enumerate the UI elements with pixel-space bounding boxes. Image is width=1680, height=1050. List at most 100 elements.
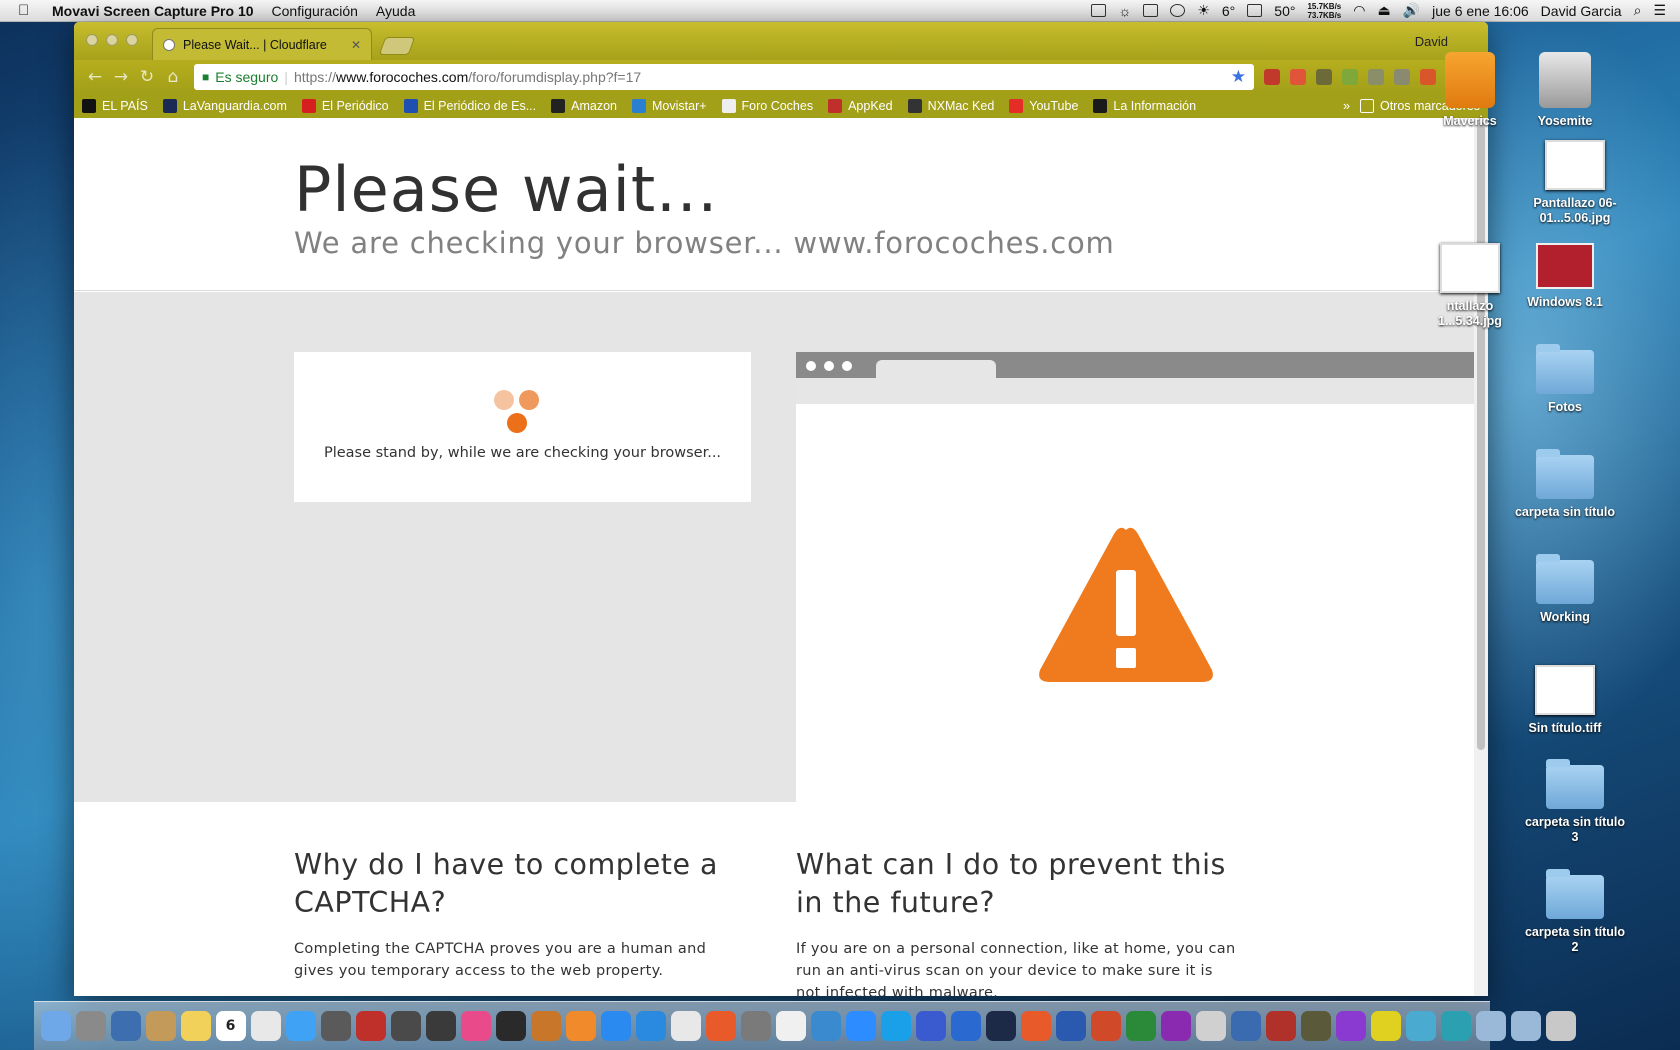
menu-configuracion[interactable]: Configuración: [272, 3, 358, 19]
game-icon[interactable]: [1265, 1011, 1296, 1041]
network-speed[interactable]: 15.7KB/s 73.7KB/s: [1307, 2, 1341, 20]
scrollbar-thumb[interactable]: [1477, 122, 1485, 750]
do-not-disturb-icon[interactable]: [1170, 4, 1186, 17]
movie-app-icon[interactable]: [1300, 1011, 1331, 1041]
bookmark-item[interactable]: NXMac Ked: [907, 99, 994, 113]
bookmark-item[interactable]: AppKed: [828, 99, 893, 113]
browser-tab-active[interactable]: Please Wait... | Cloudflare ✕: [152, 28, 372, 60]
launchpad-icon[interactable]: [75, 1011, 106, 1041]
desktop-icon[interactable]: carpeta sin título 2: [1520, 869, 1630, 955]
word-icon[interactable]: [1055, 1011, 1086, 1041]
chrome-icon[interactable]: [670, 1011, 701, 1041]
chevron-right-icon[interactable]: »: [1343, 99, 1350, 113]
skype-icon[interactable]: [880, 1011, 911, 1041]
finder-icon[interactable]: [40, 1011, 71, 1041]
bookmark-item[interactable]: EL PAÍS: [82, 99, 148, 113]
excel-icon[interactable]: [1125, 1011, 1156, 1041]
movavi-icon[interactable]: [1440, 1011, 1471, 1041]
bookmark-item[interactable]: LaVanguardia.com: [162, 99, 287, 113]
documents-icon[interactable]: [1510, 1011, 1541, 1041]
system-preferences-icon[interactable]: [740, 1011, 771, 1041]
clock[interactable]: jue 6 ene 16:06: [1432, 3, 1529, 19]
spotlight-icon[interactable]: ⌕: [1634, 2, 1642, 19]
messages-icon[interactable]: [285, 1011, 316, 1041]
desktop-icon[interactable]: carpeta sin título 3: [1520, 759, 1630, 845]
weather-icon[interactable]: ☀: [1197, 2, 1210, 19]
eject-icon[interactable]: ⏏: [1377, 2, 1390, 19]
close-window-button[interactable]: [86, 34, 98, 46]
powerpoint-icon[interactable]: [1090, 1011, 1121, 1041]
tab-close-icon[interactable]: ✕: [351, 38, 361, 52]
vpn-icon[interactable]: [915, 1011, 946, 1041]
final-cut-icon[interactable]: [425, 1011, 456, 1041]
facetime-icon[interactable]: [320, 1011, 351, 1041]
extension-icon[interactable]: [1316, 69, 1332, 85]
photo-booth-icon[interactable]: [355, 1011, 386, 1041]
affinity-icon[interactable]: [1160, 1011, 1191, 1041]
downloads-icon[interactable]: [1475, 1011, 1506, 1041]
safari-icon[interactable]: [635, 1011, 666, 1041]
brightness-icon[interactable]: ☼: [1118, 3, 1131, 19]
bookmark-item[interactable]: Foro Coches: [721, 99, 813, 113]
extension-icon[interactable]: [1394, 69, 1410, 85]
extension-icon[interactable]: [1342, 69, 1358, 85]
bookmark-item[interactable]: El Periódico de Es...: [403, 99, 536, 113]
desktop-icon[interactable]: carpeta sin título: [1510, 449, 1620, 520]
app-store-icon[interactable]: [600, 1011, 631, 1041]
monitor-icon[interactable]: [1247, 4, 1263, 17]
desktop-icon[interactable]: Fotos: [1510, 344, 1620, 415]
zoom-icon[interactable]: [845, 1011, 876, 1041]
zoom-window-button[interactable]: [126, 34, 138, 46]
forward-arrow-icon[interactable]: →: [108, 67, 134, 87]
x-app-icon[interactable]: [950, 1011, 981, 1041]
minimize-window-button[interactable]: [106, 34, 118, 46]
garageband-icon[interactable]: [530, 1011, 561, 1041]
firefox-icon[interactable]: [705, 1011, 736, 1041]
cpu-temperature[interactable]: 50°: [1274, 3, 1295, 19]
bookmark-item[interactable]: El Periódico: [301, 99, 389, 113]
calendar-icon[interactable]: 6: [215, 1011, 246, 1041]
home-icon[interactable]: ⌂: [160, 67, 186, 87]
display-icon[interactable]: [1143, 4, 1159, 17]
desktop-icon[interactable]: Pantallazo 06-01...5.06.jpg: [1520, 140, 1630, 226]
back-arrow-icon[interactable]: ←: [82, 67, 108, 87]
extension-icon[interactable]: [1368, 69, 1384, 85]
desktop-icon[interactable]: Maverics: [1415, 52, 1525, 129]
mail-icon[interactable]: [1405, 1011, 1436, 1041]
photoshop-icon[interactable]: [985, 1011, 1016, 1041]
affinity-photo-icon[interactable]: [1335, 1011, 1366, 1041]
desktop-icon[interactable]: Sin título.tiff: [1510, 665, 1620, 736]
imovie-icon[interactable]: [495, 1011, 526, 1041]
chrome-2-icon[interactable]: [1370, 1011, 1401, 1041]
bookmark-star-icon[interactable]: ★: [1231, 67, 1246, 87]
desktop-icon[interactable]: Working: [1510, 554, 1620, 625]
textedit-icon[interactable]: [775, 1011, 806, 1041]
status-menu-icon[interactable]: [1091, 4, 1107, 17]
menu-ayuda[interactable]: Ayuda: [376, 3, 415, 19]
bookmark-item[interactable]: Amazon: [551, 99, 617, 113]
desktop-icon[interactable]: Yosemite: [1510, 52, 1620, 129]
new-tab-button[interactable]: [378, 37, 416, 55]
windows-icon[interactable]: [1020, 1011, 1051, 1041]
bookmark-item[interactable]: La Información: [1093, 99, 1196, 113]
desktop-icon[interactable]: Windows 8.1: [1510, 243, 1620, 310]
scanner-icon[interactable]: [1230, 1011, 1261, 1041]
address-bar[interactable]: ■ Es seguro | https://www.forocoches.com…: [194, 64, 1254, 90]
ibooks-icon[interactable]: [565, 1011, 596, 1041]
profile-button[interactable]: David: [1415, 34, 1448, 49]
desktop-icon[interactable]: ntallazo 1...5.34.jpg: [1415, 243, 1525, 329]
wifi-icon[interactable]: ◠: [1353, 2, 1365, 19]
compressor-icon[interactable]: [1195, 1011, 1226, 1041]
extension-icon[interactable]: [1290, 69, 1306, 85]
ublock-extension-icon[interactable]: [1264, 69, 1280, 85]
reload-icon[interactable]: ↻: [134, 67, 160, 87]
menu-app-name[interactable]: Movavi Screen Capture Pro 10: [52, 3, 254, 19]
notification-center-icon[interactable]: ☰: [1653, 2, 1666, 19]
itunes-icon[interactable]: [460, 1011, 491, 1041]
contacts-icon[interactable]: [145, 1011, 176, 1041]
notes-icon[interactable]: [180, 1011, 211, 1041]
apple-menu-icon[interactable]: : [18, 2, 40, 19]
bookmark-item[interactable]: YouTube: [1009, 99, 1078, 113]
trash-icon[interactable]: [1545, 1011, 1576, 1041]
preview-icon[interactable]: [110, 1011, 141, 1041]
